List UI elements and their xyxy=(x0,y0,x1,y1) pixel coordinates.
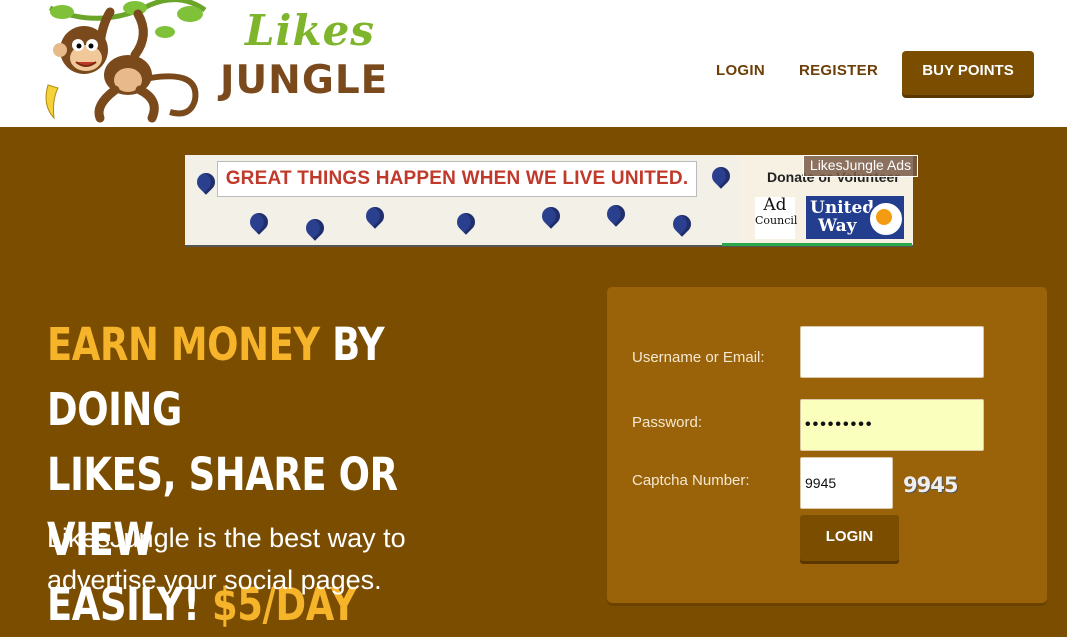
map-pin-icon xyxy=(669,211,695,237)
site-logo[interactable]: Likes JUNGLE xyxy=(40,0,390,125)
map-pin-icon xyxy=(538,203,564,229)
map-pin-icon xyxy=(453,209,479,235)
logo-text-jungle: JUNGLE xyxy=(220,58,389,103)
site-header: Likes JUNGLE LOGIN REGISTER BUY POINTS xyxy=(0,0,1067,127)
logo-text-likes: Likes xyxy=(245,6,375,55)
captcha-label: Captcha Number: xyxy=(632,472,750,489)
login-submit-button[interactable]: LOGIN xyxy=(800,515,899,561)
map-pin-icon xyxy=(302,215,328,241)
monkey-logo-icon xyxy=(45,0,207,123)
captcha-input[interactable] xyxy=(800,457,893,509)
ad-label-tag: LikesJungle Ads xyxy=(803,155,918,177)
nav-login-link[interactable]: LOGIN xyxy=(716,62,765,79)
ad-council-line1: Ad xyxy=(763,195,787,215)
password-input[interactable] xyxy=(800,399,984,451)
map-pin-icon xyxy=(708,163,734,189)
map-pin-icon xyxy=(193,169,219,195)
password-label: Password: xyxy=(632,414,703,431)
hero-title-highlight: EARN MONEY xyxy=(47,318,320,371)
map-pin-icon xyxy=(362,203,388,229)
united-way-line1: United xyxy=(810,198,875,218)
buy-points-button[interactable]: BUY POINTS xyxy=(902,51,1034,95)
united-way-emblem-icon xyxy=(868,201,904,237)
map-pin-icon xyxy=(603,201,629,227)
ad-map-background: GREAT THINGS HAPPEN WHEN WE LIVE UNITED. xyxy=(185,155,740,245)
username-input[interactable] xyxy=(800,326,984,378)
captcha-image: 9945 xyxy=(903,473,958,497)
ad-council-logo: Ad Council xyxy=(755,195,798,239)
united-way-line2: Way xyxy=(818,216,857,236)
ad-progress-bar xyxy=(722,243,912,246)
nav-register-link[interactable]: REGISTER xyxy=(799,62,878,79)
map-pin-icon xyxy=(246,209,272,235)
hero-subtitle: LikesJungle is the best way to advertise… xyxy=(47,523,406,595)
username-label: Username or Email: xyxy=(632,349,765,366)
ad-council-line2: Council xyxy=(755,214,798,227)
ad-headline: GREAT THINGS HAPPEN WHEN WE LIVE UNITED. xyxy=(217,161,697,197)
united-way-logo: United Way xyxy=(806,196,904,239)
